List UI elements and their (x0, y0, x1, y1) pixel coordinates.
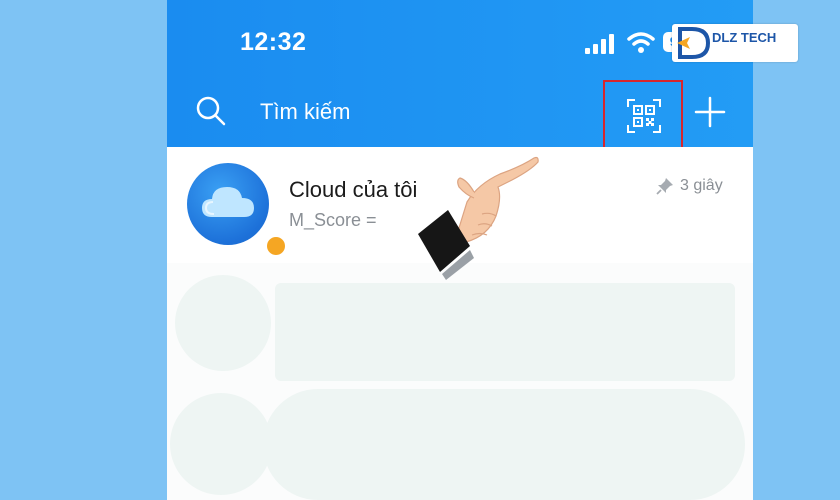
cloud-icon (202, 187, 254, 217)
blurred-avatar (170, 393, 272, 495)
signal-icon (585, 30, 619, 56)
phone-screen: 12:32 98 Tìm kiếm (167, 0, 753, 500)
dlz-logo-icon (677, 27, 710, 59)
pointing-hand-icon (418, 156, 539, 280)
brand-text: DLZ TECH (712, 30, 777, 45)
qr-scan-button[interactable] (603, 80, 683, 154)
wifi-icon (627, 32, 655, 53)
brand-logo: DLZ TECH (672, 24, 798, 62)
search-icon[interactable] (195, 95, 227, 127)
plus-icon[interactable] (694, 96, 726, 128)
pin-icon (656, 178, 673, 195)
chat-time: 3 giây (680, 177, 723, 194)
chat-title: Cloud của tôi (289, 177, 418, 202)
search-input[interactable]: Tìm kiếm (260, 99, 350, 125)
cloud-avatar (187, 163, 295, 271)
chat-preview: M_Score = (289, 210, 377, 230)
status-time: 12:32 (240, 28, 307, 56)
verified-badge (265, 235, 295, 271)
blurred-row (263, 389, 745, 500)
blurred-chat-list (167, 263, 753, 500)
qr-scan-icon (627, 99, 661, 133)
blurred-row (275, 283, 735, 381)
app-header: 12:32 98 Tìm kiếm (167, 0, 753, 154)
blurred-avatar (175, 275, 271, 371)
